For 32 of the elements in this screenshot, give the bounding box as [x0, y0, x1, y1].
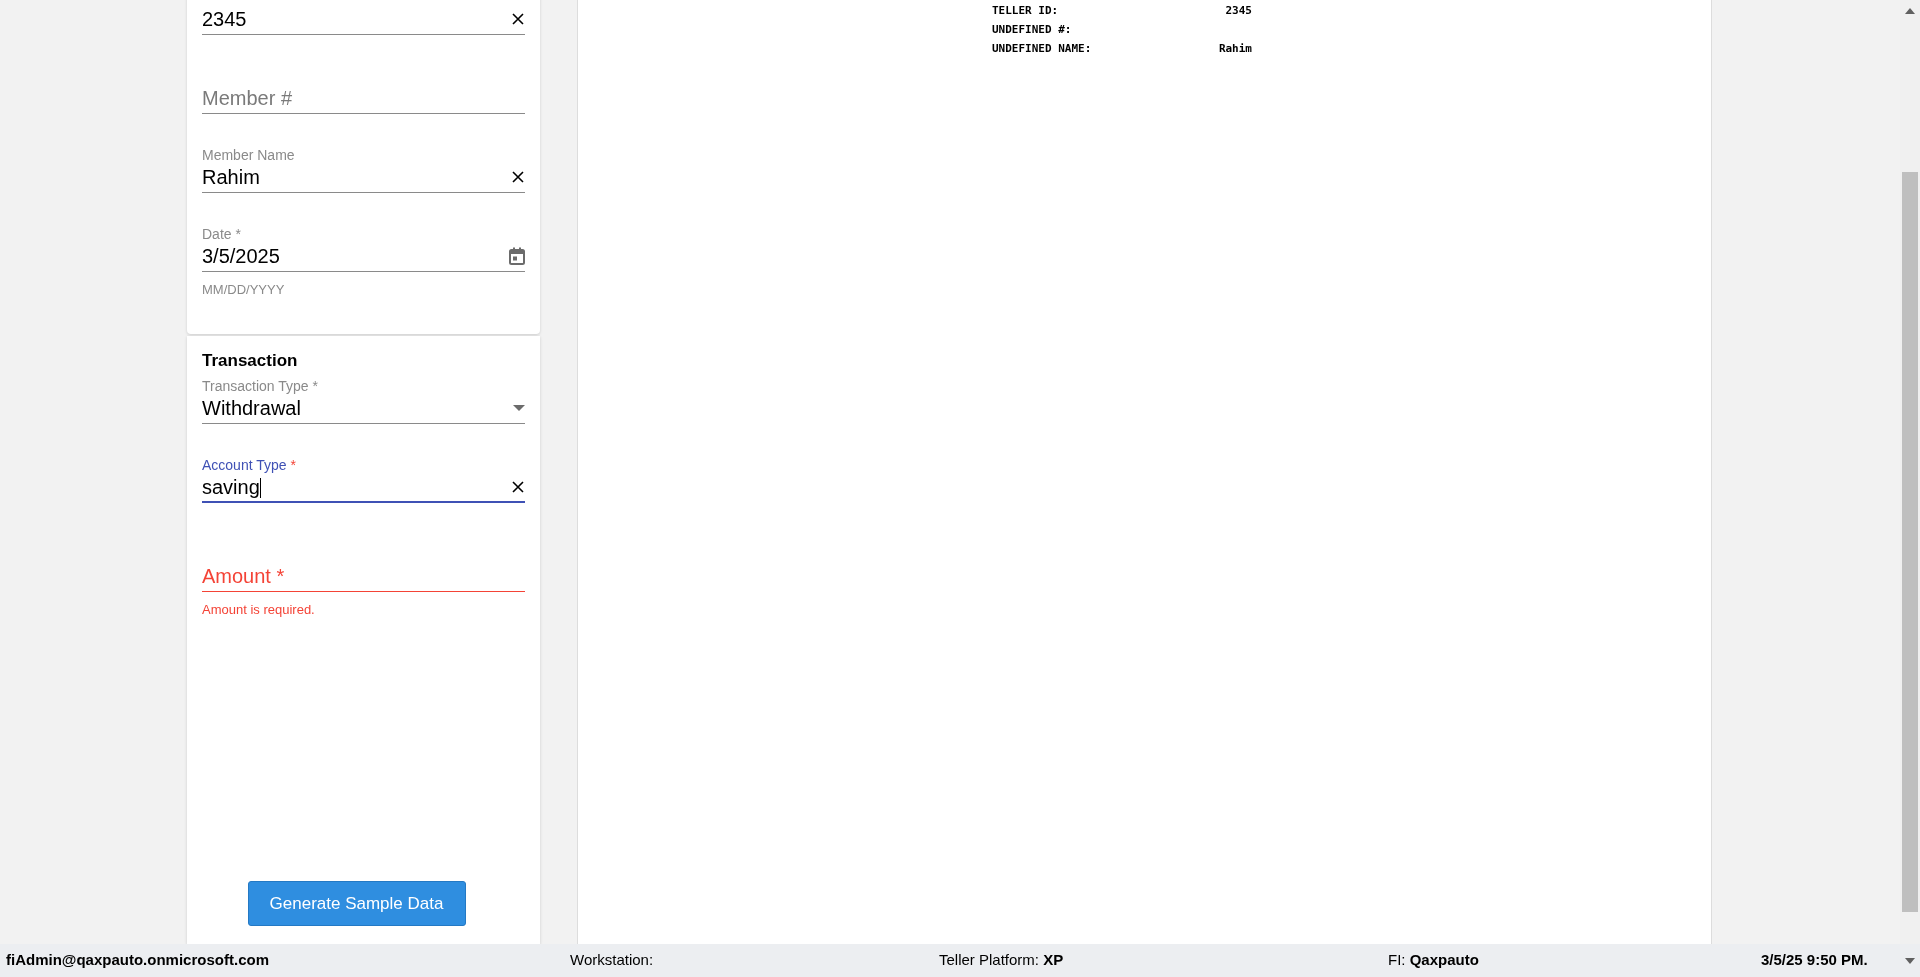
field-label: Account Type *: [202, 458, 296, 472]
helper-text: MM/DD/YYYY: [202, 281, 285, 299]
fi-name: FI: Qaxpauto: [1388, 950, 1480, 971]
caret-icon: [513, 405, 525, 411]
receipt-value: 2345: [1225, 3, 1252, 20]
scrollbar-thumb[interactable]: [1902, 172, 1918, 912]
receipt-label: UNDEFINED NAME:: [992, 41, 1093, 58]
teller-platform: Teller Platform: XP: [939, 950, 1065, 971]
user-email: fiAdmin@qaxpauto.onmicrosoft.com: [6, 950, 270, 971]
error-text: Amount is required.: [202, 601, 315, 619]
receipt-label: TELLER ID:: [992, 3, 1060, 20]
input-field[interactable]: 2345: [202, 4, 525, 35]
receipt-label: UNDEFINED #:: [992, 22, 1073, 39]
section-title: Transaction: [202, 349, 298, 372]
input-field[interactable]: Rahim: [202, 162, 525, 193]
receipt-value: Rahim: [1218, 41, 1252, 58]
input-field[interactable]: saving: [202, 472, 525, 503]
scroll-down-icon[interactable]: [1905, 957, 1915, 964]
input-field[interactable]: Member #: [202, 83, 525, 114]
select-field[interactable]: Withdrawal: [202, 393, 525, 424]
date-time: 3/5/25 9:50 PM.: [1761, 950, 1868, 971]
scroll-up-icon[interactable]: [1905, 8, 1915, 14]
clear-icon[interactable]: [511, 170, 525, 184]
field-label: Date *: [202, 227, 241, 241]
clear-icon[interactable]: [511, 12, 525, 26]
clear-icon[interactable]: [511, 479, 525, 494]
calendar-icon[interactable]: [509, 247, 525, 265]
input-field[interactable]: Amount *: [202, 561, 525, 592]
field-label: Transaction Type *: [202, 379, 318, 393]
field-label: Member Name: [202, 148, 295, 162]
date-field[interactable]: 3/5/2025: [202, 241, 525, 272]
workstation-label: Workstation:: [570, 950, 655, 971]
